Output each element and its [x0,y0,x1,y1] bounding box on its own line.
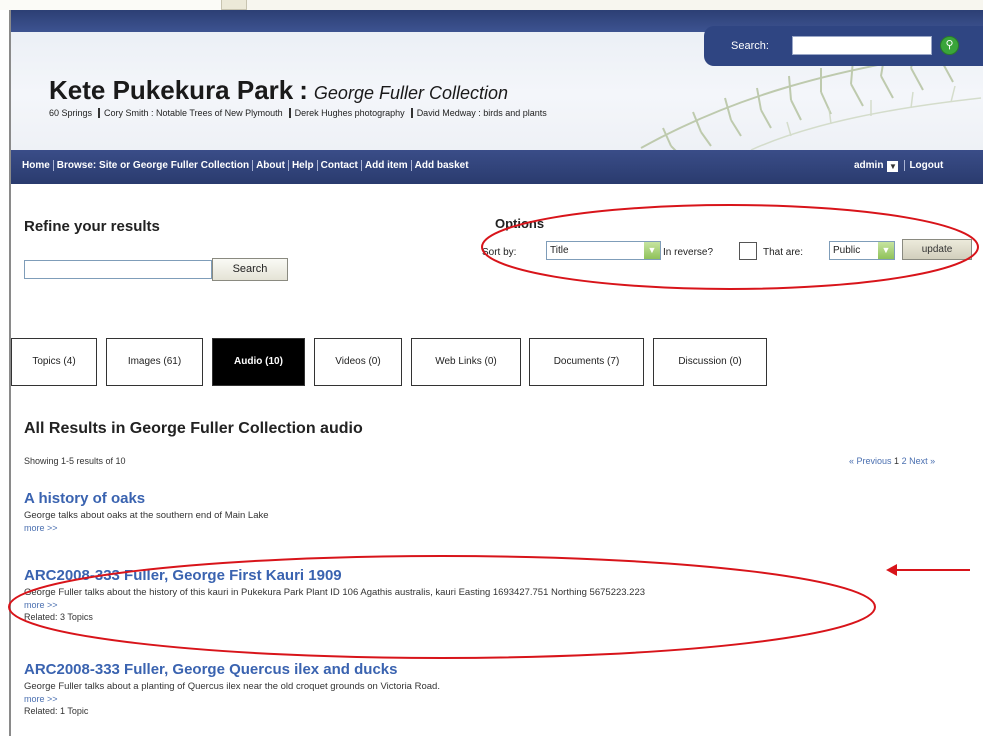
result-title[interactable]: A history of oaks [24,490,974,507]
update-button[interactable]: update [902,239,972,260]
sort-select-value: Title [550,245,569,256]
browser-tab-strip [0,0,983,10]
visibility-select[interactable]: Public ▼ [829,241,895,260]
subsite-links: 60 Springs Cory Smith : Notable Trees of … [49,108,549,118]
next-link[interactable]: Next » [909,456,935,466]
result-title[interactable]: ARC2008-333 Fuller, George Quercus ilex … [24,661,974,678]
tab-documents[interactable]: Documents (7) [529,338,644,386]
more-link[interactable]: more >> [24,600,974,610]
main-nav: Home Browse: Site or George Fuller Collec… [11,150,983,184]
subsite-link[interactable]: Derek Hughes photography [295,108,405,118]
site-title-text[interactable]: Kete Pukekura Park [49,75,293,105]
site-header: Search: ⚲ Kete Pukekura Park: George Full… [11,10,983,150]
sort-by-label: Sort by: [482,247,517,258]
user-menu[interactable]: admin [854,160,883,171]
subsite-link[interactable]: David Medway : birds and plants [417,108,547,118]
subsite-link[interactable]: Cory Smith : Notable Trees of New Plymou… [104,108,283,118]
reverse-checkbox[interactable] [739,242,757,260]
nav-home[interactable]: Home [19,160,54,171]
results-count: Showing 1-5 results of 10 [24,456,126,466]
previous-link[interactable]: « Previous [849,456,892,466]
refine-search-button[interactable]: Search [212,258,288,281]
logout-link[interactable]: Logout [904,160,944,171]
search-label: Search: [731,40,769,52]
related-topics[interactable]: Related: 3 Topics [24,612,974,622]
collection-title[interactable]: George Fuller Collection [314,83,508,103]
site-search: Search: ⚲ [704,26,983,66]
chevron-down-icon: ▼ [644,242,660,259]
result-description: George talks about oaks at the southern … [24,510,269,521]
related-topics[interactable]: Related: 1 Topic [24,706,974,716]
page-title: Kete Pukekura Park: George Fuller Collect… [49,75,508,106]
search-input[interactable] [792,36,932,55]
reverse-label: In reverse? [663,247,714,258]
browser-tab[interactable] [0,0,222,10]
more-link[interactable]: more >> [24,694,974,704]
result-title[interactable]: ARC2008-333 Fuller, George First Kauri 1… [24,567,974,584]
visibility-select-value: Public [833,245,861,256]
list-item: ARC2008-333 Fuller, George Quercus ilex … [24,661,974,716]
tab-videos[interactable]: Videos (0) [314,338,402,386]
nav-add-basket[interactable]: Add basket [412,160,472,171]
result-description: George Fuller talks about a planting of … [24,681,440,692]
results-heading: All Results in George Fuller Collection … [24,420,363,437]
page-link[interactable]: 2 [902,456,907,466]
nav-about[interactable]: About [253,160,289,171]
more-link[interactable]: more >> [24,523,974,533]
browser-tab[interactable] [246,0,983,10]
nav-contact[interactable]: Contact [317,160,362,171]
sort-select[interactable]: Title ▼ [546,241,661,260]
page-frame: Search: ⚲ Kete Pukekura Park: George Full… [9,10,983,736]
title-separator: : [299,75,308,105]
pagination: « Previous 1 2 Next » [849,456,935,466]
tab-images[interactable]: Images (61) [106,338,203,386]
nav-add-item[interactable]: Add item [361,160,412,171]
nav-browse[interactable]: Browse: Site or George Fuller Collection [53,160,254,171]
that-are-label: That are: [763,247,804,258]
tab-audio[interactable]: Audio (10) [212,338,305,386]
current-page: 1 [894,456,900,466]
tab-topics[interactable]: Topics (4) [11,338,97,386]
chevron-down-icon[interactable]: ▼ [887,161,899,172]
tab-discussion[interactable]: Discussion (0) [653,338,767,386]
list-item: A history of oaks George talks about oak… [24,490,974,533]
list-item: ARC2008-333 Fuller, George First Kauri 1… [24,567,974,622]
search-go-icon[interactable]: ⚲ [940,36,959,55]
tab-web-links[interactable]: Web Links (0) [411,338,521,386]
chevron-down-icon: ▼ [878,242,894,259]
nav-help[interactable]: Help [288,160,318,171]
subsite-link[interactable]: 60 Springs [49,108,92,118]
options-heading: Options [495,216,545,231]
refine-heading: Refine your results [24,218,160,235]
refine-search-input[interactable] [24,260,212,279]
result-description: George Fuller talks about the history of… [24,587,646,598]
